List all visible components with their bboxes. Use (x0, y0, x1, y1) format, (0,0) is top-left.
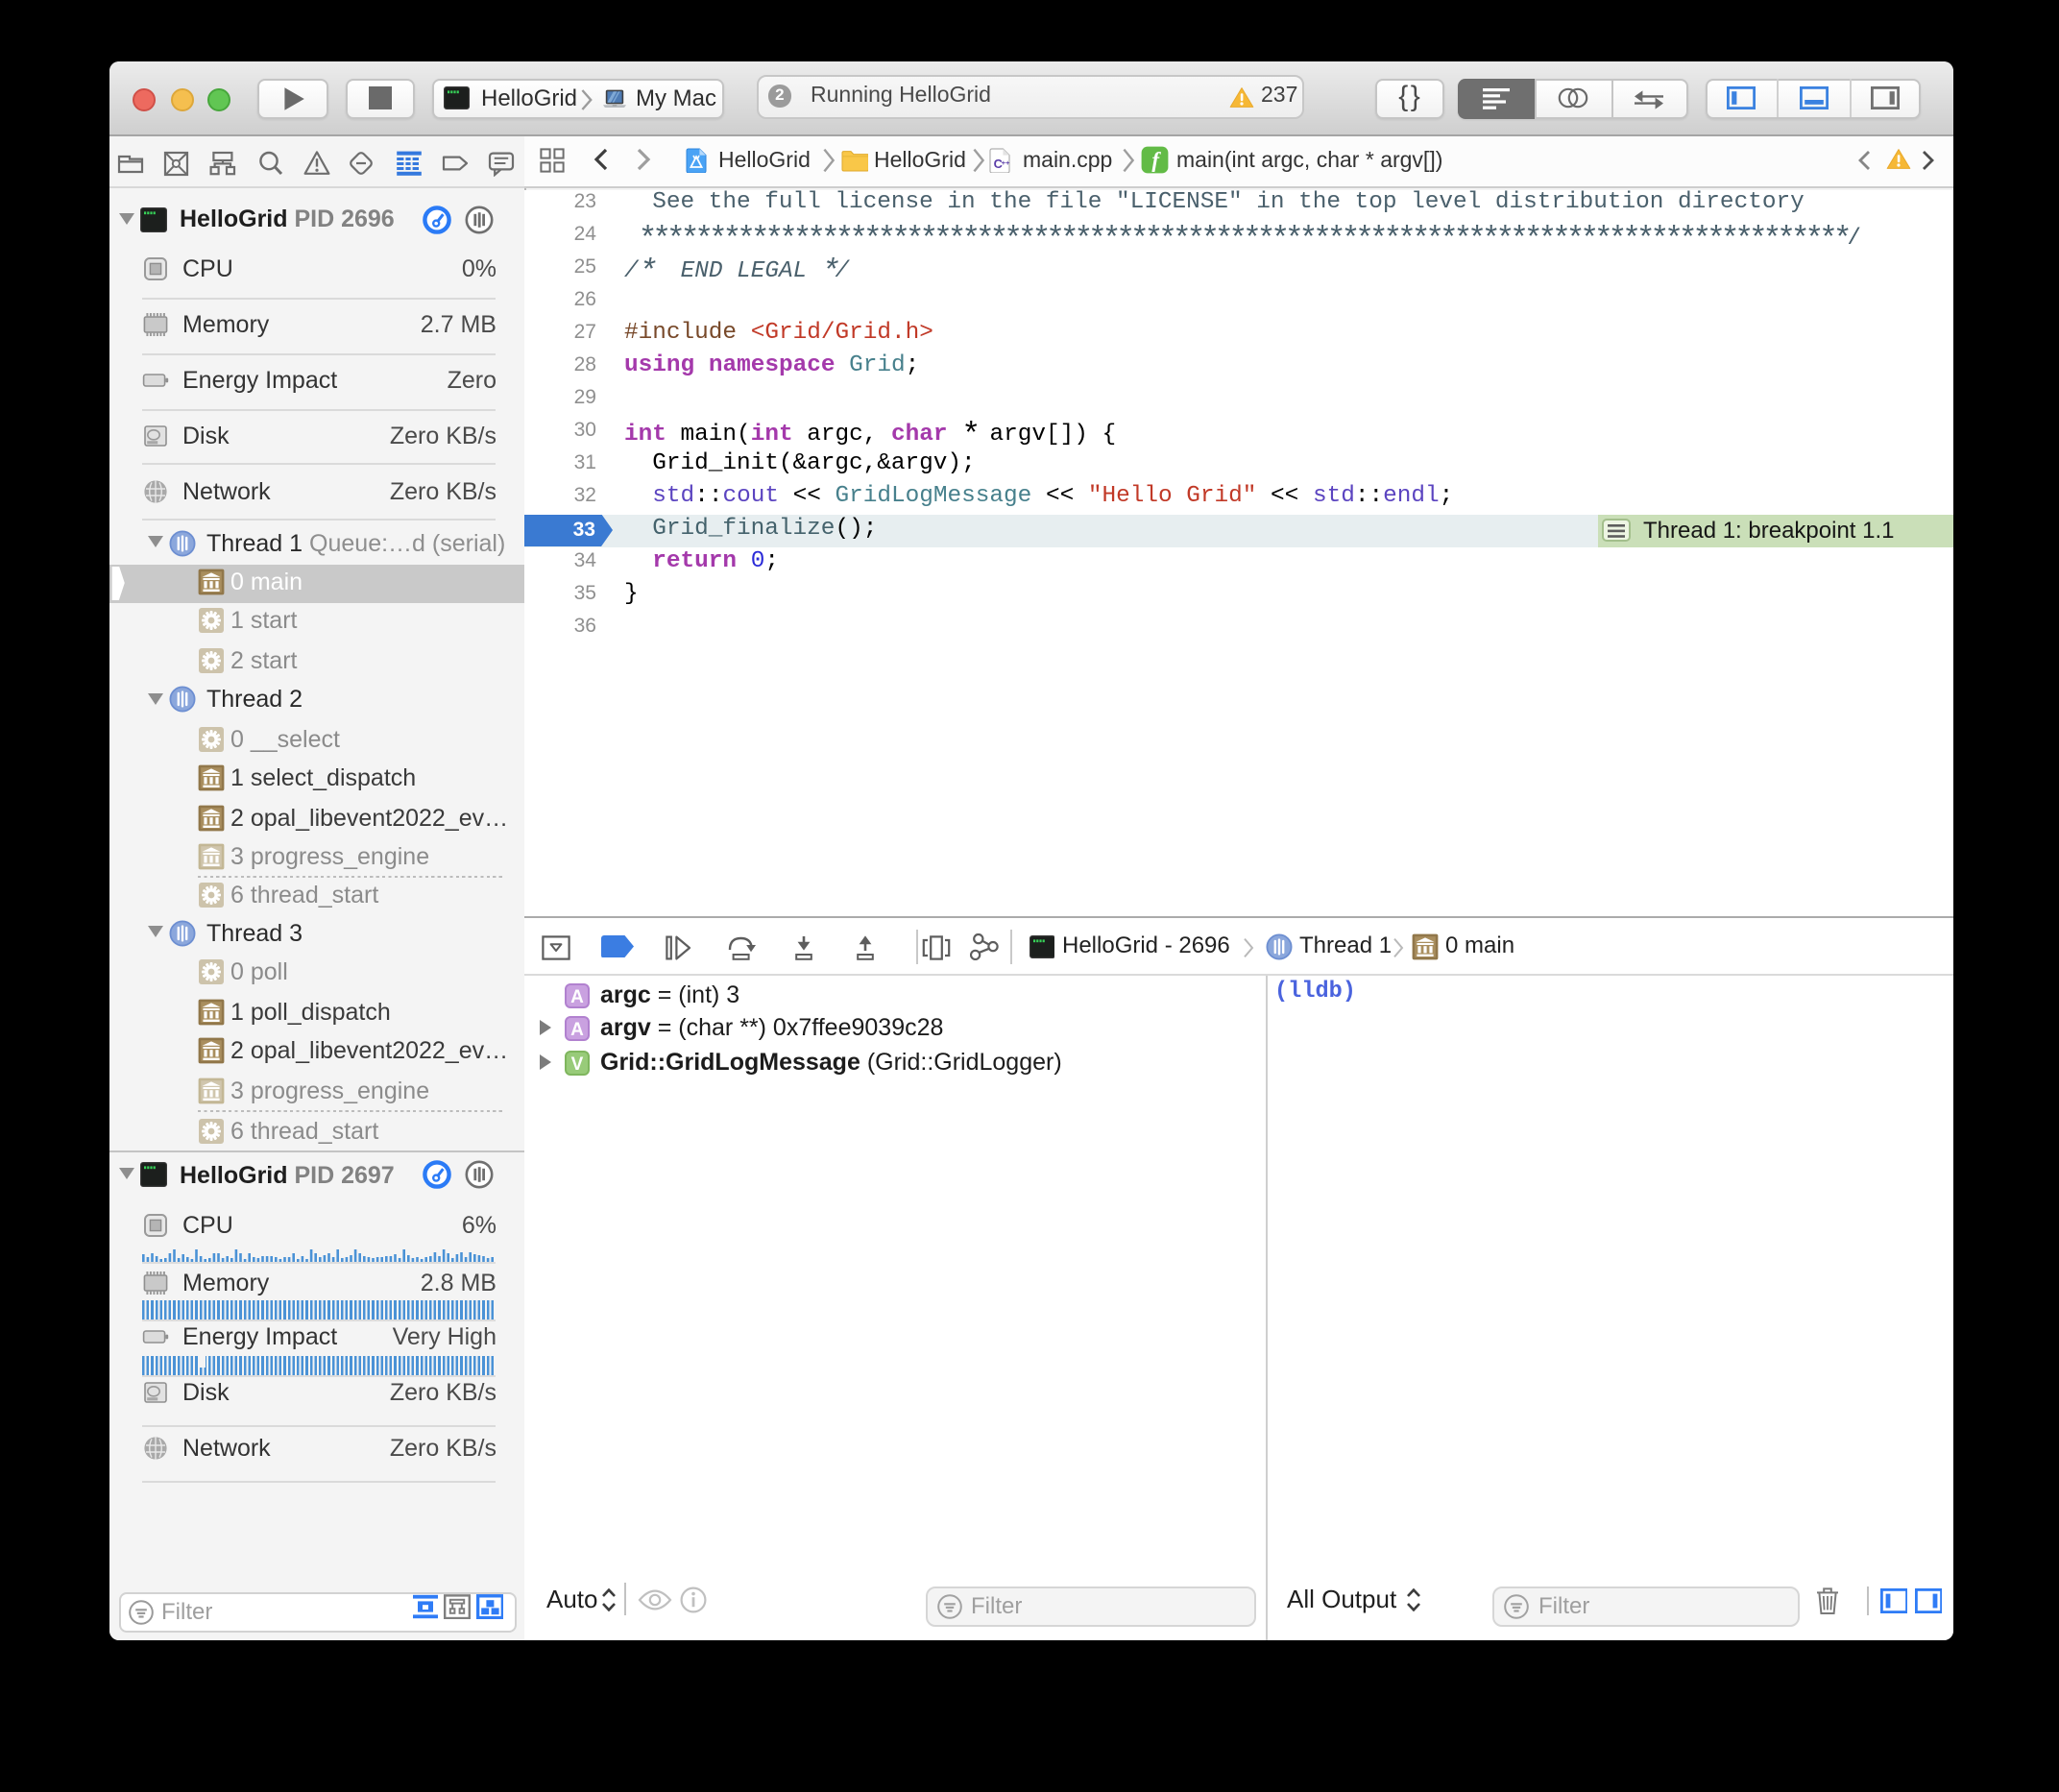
svg-text:++: ++ (1002, 157, 1010, 166)
